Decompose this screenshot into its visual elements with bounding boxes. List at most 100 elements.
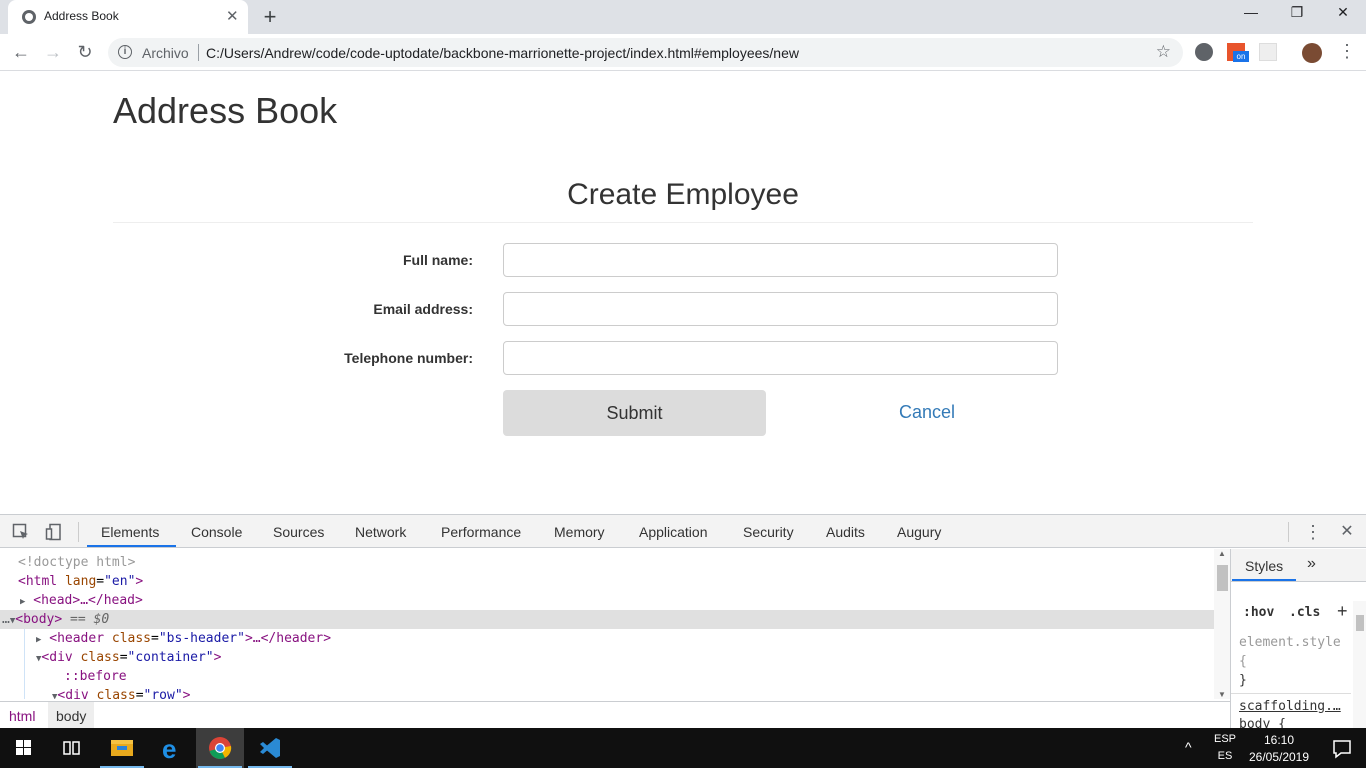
dom-tag: <body> — [15, 612, 63, 627]
dark-mode-extension-icon[interactable] — [1195, 43, 1213, 61]
cancel-link[interactable]: Cancel — [800, 402, 1054, 423]
extension-puzzle-icon[interactable] — [1259, 43, 1277, 61]
device-toolbar-icon[interactable] — [45, 523, 63, 541]
tab-title: Address Book — [44, 9, 119, 23]
scroll-down-icon[interactable]: ▼ — [1218, 690, 1226, 699]
address-bar[interactable]: i Archivo C:/Users/Andrew/code/code-upto… — [108, 38, 1183, 67]
hov-toggle[interactable]: :hov — [1243, 605, 1274, 620]
dom-tag: <div — [41, 650, 73, 665]
styles-scroll-thumb[interactable] — [1356, 615, 1364, 631]
tab-styles[interactable]: Styles — [1245, 558, 1283, 574]
language-bottom[interactable]: ES — [1208, 750, 1242, 762]
profile-avatar[interactable] — [1302, 43, 1322, 63]
dom-line-body[interactable]: …▼<body> == $0 — [2, 610, 109, 629]
site-info-icon[interactable]: i — [118, 45, 132, 59]
tab-security[interactable]: Security — [743, 524, 794, 540]
dom-tag: <html — [18, 574, 58, 589]
restore-button[interactable]: ❐ — [1282, 4, 1312, 26]
expand-arrow-icon[interactable]: ▶ — [36, 635, 41, 645]
full-name-input[interactable] — [503, 243, 1058, 277]
tab-console[interactable]: Console — [191, 524, 242, 540]
dom-attr: class — [88, 688, 136, 699]
clock-time[interactable]: 16:10 — [1248, 733, 1310, 747]
tab-network[interactable]: Network — [355, 524, 406, 540]
svg-text:e: e — [162, 734, 176, 764]
chrome-browser-icon[interactable] — [196, 728, 244, 768]
browser-menu-icon[interactable]: ⋮ — [1338, 42, 1356, 61]
browser-tab[interactable]: Address Book ✕ — [8, 0, 248, 34]
close-window-button[interactable]: ✕ — [1328, 4, 1358, 26]
reload-button[interactable]: ↻ — [74, 41, 96, 63]
taskbar: e ^ ESP ES 16:10 26/05/2019 — [0, 728, 1366, 768]
tab-augury[interactable]: Augury — [897, 524, 941, 540]
breadcrumb-html[interactable]: html — [9, 708, 35, 724]
inspect-element-icon[interactable] — [12, 523, 30, 541]
row-menu-icon[interactable]: … — [2, 612, 10, 627]
devtools-menu-icon[interactable]: ⋮ — [1304, 523, 1322, 541]
extension-icon[interactable]: on — [1227, 43, 1249, 62]
dom-line-head[interactable]: ▶ <head>…</head> — [20, 591, 143, 610]
minimize-button[interactable]: — — [1236, 4, 1266, 26]
windows-start-button[interactable] — [0, 728, 48, 768]
stylesheet-link[interactable]: scaffolding.… — [1239, 699, 1341, 714]
dom-line-container[interactable]: ▼<div class="container"> — [36, 648, 221, 667]
tray-expand-icon[interactable]: ^ — [1185, 739, 1192, 755]
back-button[interactable]: ← — [10, 41, 32, 63]
address-url[interactable]: C:/Users/Andrew/code/code-uptodate/backb… — [206, 45, 799, 61]
styles-active-indicator — [1232, 579, 1296, 581]
language-top[interactable]: ESP — [1208, 733, 1242, 745]
element-style-rule[interactable]: element.style { } — [1239, 633, 1347, 690]
dom-tag: <head>…</head> — [33, 593, 143, 608]
dom-line-header[interactable]: ▶ <header class="bs-header">…</header> — [36, 629, 331, 648]
scroll-up-icon[interactable]: ▲ — [1218, 549, 1226, 558]
tab-memory[interactable]: Memory — [554, 524, 605, 540]
dom-line-before[interactable]: ::before — [64, 667, 127, 686]
dom-line-row[interactable]: ▼<div class="row"> — [52, 686, 191, 699]
address-scheme-label: Archivo — [142, 45, 189, 61]
dom-line-html[interactable]: <html lang="en"> — [18, 572, 143, 591]
dom-tag: <div — [57, 688, 89, 699]
new-tab-button[interactable]: + — [258, 4, 282, 30]
submit-button[interactable]: Submit — [503, 390, 766, 436]
dom-value: "row" — [143, 688, 183, 699]
expand-arrow-icon[interactable]: ▶ — [20, 597, 25, 607]
tab-performance[interactable]: Performance — [441, 524, 521, 540]
tab-sources[interactable]: Sources — [273, 524, 324, 540]
telephone-input[interactable] — [503, 341, 1058, 375]
dom-scrollbar[interactable]: ▲ ▼ — [1214, 549, 1230, 699]
add-rule-icon[interactable]: + — [1337, 601, 1348, 622]
dom-attr: lang — [57, 574, 97, 589]
clock-date[interactable]: 26/05/2019 — [1244, 750, 1314, 764]
notifications-icon[interactable] — [1318, 728, 1366, 768]
page-favicon-icon — [22, 10, 36, 24]
devtools-close-icon[interactable]: ✕ — [1338, 523, 1356, 541]
browser-toolbar: ← → ↻ i Archivo C:/Users/Andrew/code/cod… — [0, 34, 1366, 71]
styles-scrollbar[interactable] — [1353, 601, 1366, 729]
tab-application[interactable]: Application — [639, 524, 708, 540]
task-view-icon[interactable] — [48, 728, 96, 768]
forward-button[interactable]: → — [42, 41, 64, 63]
tab-audits[interactable]: Audits — [826, 524, 865, 540]
dom-line-doctype[interactable]: <!doctype html> — [18, 553, 135, 572]
dom-scroll-thumb[interactable] — [1217, 565, 1228, 591]
tab-elements[interactable]: Elements — [101, 524, 159, 540]
dom-tag-end: > — [213, 650, 222, 665]
vscode-icon[interactable] — [246, 728, 294, 768]
form-title: Create Employee — [567, 178, 799, 211]
dom-tree[interactable]: <!doctype html> <html lang="en"> ▶ <head… — [0, 549, 1214, 699]
email-label: Email address: — [373, 301, 473, 317]
dom-value: "en" — [104, 574, 136, 589]
dom-tag-end: > — [182, 688, 191, 699]
devtools-divider — [78, 522, 79, 542]
dom-attr: class — [72, 650, 120, 665]
email-input[interactable] — [503, 292, 1058, 326]
dom-value: "container" — [127, 650, 214, 665]
breadcrumb-body[interactable]: body — [48, 702, 95, 729]
edge-browser-icon[interactable]: e — [148, 728, 196, 768]
file-explorer-icon[interactable] — [98, 728, 146, 768]
bookmark-star-icon[interactable]: ☆ — [1156, 42, 1171, 62]
more-tabs-icon[interactable]: » — [1307, 555, 1316, 573]
cls-toggle[interactable]: .cls — [1289, 605, 1320, 620]
tab-close-icon[interactable]: ✕ — [226, 7, 239, 25]
devtools-panel: Elements Console Sources Network Perform… — [0, 514, 1366, 732]
